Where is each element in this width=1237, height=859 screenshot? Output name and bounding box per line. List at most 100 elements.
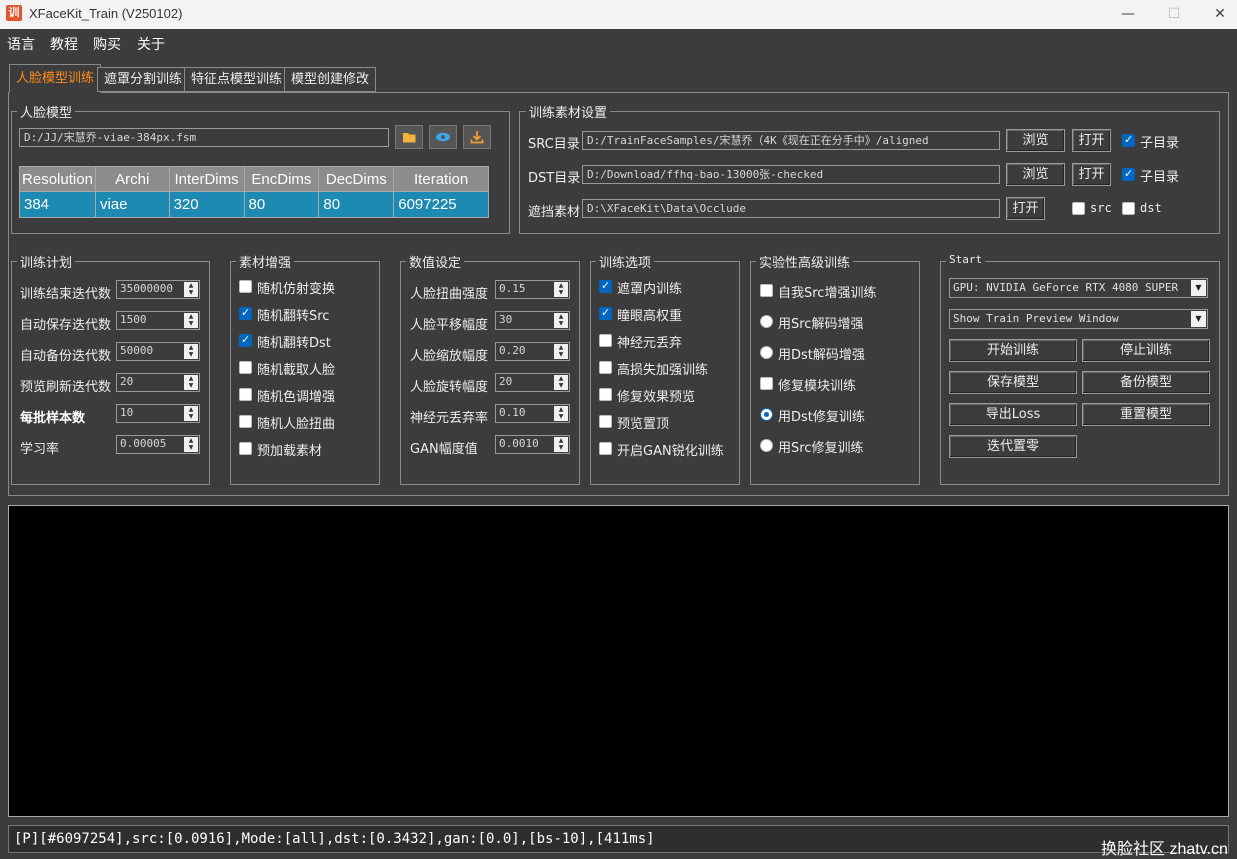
plan-autobackup-spinner[interactable]: 50000 ▲ ▼ xyxy=(116,342,200,361)
src-subdir-checkbox[interactable] xyxy=(1122,133,1135,147)
app-icon: 训 xyxy=(6,5,22,21)
occlude-dst-checkbox[interactable] xyxy=(1122,202,1135,215)
src-open-button[interactable]: 打开 xyxy=(1072,129,1111,152)
model-path-field[interactable]: D:/JJ/宋慧乔-viae-384px.fsm xyxy=(19,128,389,147)
src-browse-button[interactable]: 浏览 xyxy=(1006,129,1065,152)
aug-preload-checkbox[interactable] xyxy=(239,442,252,455)
opt-in-mask-checkbox[interactable] xyxy=(599,279,612,293)
view-model-button[interactable] xyxy=(429,125,457,149)
tab-face-model-train[interactable]: 人脸模型训练 xyxy=(9,64,102,93)
spin-down-icon[interactable]: ▼ xyxy=(554,382,568,389)
spin-up-icon[interactable]: ▲ xyxy=(184,406,198,413)
opt-preview-top-checkbox[interactable] xyxy=(599,415,612,428)
plan-autosave-spinner[interactable]: 1500 ▲ ▼ xyxy=(116,311,200,330)
minimize-button[interactable]: — xyxy=(1105,0,1151,29)
gpu-select[interactable]: GPU: NVIDIA GeForce RTX 4080 SUPER ▼ xyxy=(949,278,1208,298)
spin-down-icon[interactable]: ▼ xyxy=(554,413,568,420)
spin-down-icon[interactable]: ▼ xyxy=(184,320,198,327)
src-dir-field[interactable]: D:/TrainFaceSamples/宋慧乔（4K《现在正在分手中》/alig… xyxy=(582,131,1000,150)
menu-language[interactable]: 语言 xyxy=(7,34,35,54)
opt-high-loss-checkbox[interactable] xyxy=(599,361,612,374)
export-model-button[interactable] xyxy=(463,125,491,149)
menu-about[interactable]: 关于 xyxy=(137,34,165,54)
occlude-dir-field[interactable]: D:\XFaceKit\Data\Occlude xyxy=(582,199,1000,218)
menu-buy[interactable]: 购买 xyxy=(93,34,121,54)
adv-dst-fix-radio[interactable] xyxy=(760,408,773,421)
val-warp-spinner[interactable]: 0.15 ▲ ▼ xyxy=(495,280,570,299)
plan-preview-refresh-spinner[interactable]: 20 ▲ ▼ xyxy=(116,373,200,392)
opt-gan-sharpen-checkbox[interactable] xyxy=(599,442,612,455)
plan-end-iter-spinner[interactable]: 35000000 ▲ ▼ xyxy=(116,280,200,299)
tab-landmark-train[interactable]: 特征点模型训练 xyxy=(184,67,290,92)
dst-open-button[interactable]: 打开 xyxy=(1072,163,1111,186)
spin-down-icon[interactable]: ▼ xyxy=(554,289,568,296)
adv-self-src-label: 自我Src增强训练 xyxy=(778,286,877,301)
aug-random-affine-checkbox[interactable] xyxy=(239,280,252,293)
spin-up-icon[interactable]: ▲ xyxy=(184,437,198,444)
spin-down-icon[interactable]: ▼ xyxy=(554,444,568,451)
reset-iteration-button[interactable]: 迭代置零 xyxy=(949,435,1077,458)
spin-up-icon[interactable]: ▲ xyxy=(554,344,568,351)
dst-subdir-checkbox[interactable] xyxy=(1122,167,1135,181)
adv-self-src-checkbox[interactable] xyxy=(760,284,773,297)
opt-gan-sharpen-label: 开启GAN锐化训练 xyxy=(617,444,724,459)
advanced-group-title: 实验性高级训练 xyxy=(756,252,854,271)
opt-dropout-checkbox[interactable] xyxy=(599,334,612,347)
spin-up-icon[interactable]: ▲ xyxy=(554,282,568,289)
spin-up-icon[interactable]: ▲ xyxy=(554,313,568,320)
spin-down-icon[interactable]: ▼ xyxy=(184,351,198,358)
opt-eye-weight-checkbox[interactable] xyxy=(599,306,612,320)
adv-src-fix-radio[interactable] xyxy=(760,439,773,452)
stop-training-button[interactable]: 停止训练 xyxy=(1082,339,1210,362)
tab-model-create[interactable]: 模型创建修改 xyxy=(284,67,377,92)
close-button[interactable]: ✕ xyxy=(1197,0,1237,29)
spin-down-icon[interactable]: ▼ xyxy=(554,320,568,327)
spin-up-icon[interactable]: ▲ xyxy=(184,375,198,382)
val-scale-spinner[interactable]: 0.20 ▲ ▼ xyxy=(495,342,570,361)
spin-up-icon[interactable]: ▲ xyxy=(554,406,568,413)
dst-browse-button[interactable]: 浏览 xyxy=(1006,163,1065,186)
open-model-button[interactable] xyxy=(395,125,423,149)
val-dropout-spinner[interactable]: 0.10 ▲ ▼ xyxy=(495,404,570,423)
export-loss-button[interactable]: 导出Loss xyxy=(949,403,1077,426)
occlude-src-checkbox[interactable] xyxy=(1072,202,1085,215)
dst-dir-field[interactable]: D:/Download/ffhq-bao-13000张-checked xyxy=(582,165,1000,184)
opt-high-loss-label: 高损失加强训练 xyxy=(617,363,709,378)
spin-down-icon[interactable]: ▼ xyxy=(184,444,198,451)
aug-color-checkbox[interactable] xyxy=(239,388,252,401)
save-model-button[interactable]: 保存模型 xyxy=(949,371,1077,394)
val-shift-value: 30 xyxy=(499,313,513,326)
adv-src-decode-radio[interactable] xyxy=(760,315,773,328)
aug-flip-dst-checkbox[interactable] xyxy=(239,333,252,347)
plan-learning-rate-spinner[interactable]: 0.00005 ▲ ▼ xyxy=(116,435,200,454)
reset-model-button[interactable]: 重置模型 xyxy=(1082,403,1210,426)
maximize-button[interactable]: ☐ xyxy=(1151,0,1197,29)
adv-fix-module-checkbox[interactable] xyxy=(760,377,773,390)
spin-down-icon[interactable]: ▼ xyxy=(184,413,198,420)
adv-dst-decode-radio[interactable] xyxy=(760,346,773,359)
spin-down-icon[interactable]: ▼ xyxy=(184,289,198,296)
spin-up-icon[interactable]: ▲ xyxy=(554,375,568,382)
aug-flip-src-checkbox[interactable] xyxy=(239,306,252,320)
tab-mask-seg-train[interactable]: 遮罩分割训练 xyxy=(97,67,190,92)
aug-warp-checkbox[interactable] xyxy=(239,415,252,428)
spin-down-icon[interactable]: ▼ xyxy=(184,382,198,389)
preview-mode-select[interactable]: Show Train Preview Window ▼ xyxy=(949,309,1208,329)
spin-up-icon[interactable]: ▲ xyxy=(184,282,198,289)
occlude-open-button[interactable]: 打开 xyxy=(1006,197,1045,220)
backup-model-button[interactable]: 备份模型 xyxy=(1082,371,1210,394)
aug-random-crop-checkbox[interactable] xyxy=(239,361,252,374)
spin-down-icon[interactable]: ▼ xyxy=(554,351,568,358)
val-gan-spinner[interactable]: 0.0010 ▲ ▼ xyxy=(495,435,570,454)
start-training-button[interactable]: 开始训练 xyxy=(949,339,1077,362)
val-rotate-spinner[interactable]: 20 ▲ ▼ xyxy=(495,373,570,392)
spin-up-icon[interactable]: ▲ xyxy=(184,313,198,320)
plan-batch-size-spinner[interactable]: 10 ▲ ▼ xyxy=(116,404,200,423)
menu-tutorial[interactable]: 教程 xyxy=(50,34,78,54)
aug-warp-label: 随机人脸扭曲 xyxy=(257,417,336,432)
table-row[interactable]: 384 viae 320 80 80 6097225 xyxy=(19,191,489,218)
val-shift-spinner[interactable]: 30 ▲ ▼ xyxy=(495,311,570,330)
spin-up-icon[interactable]: ▲ xyxy=(184,344,198,351)
opt-fix-preview-checkbox[interactable] xyxy=(599,388,612,401)
spin-up-icon[interactable]: ▲ xyxy=(554,437,568,444)
